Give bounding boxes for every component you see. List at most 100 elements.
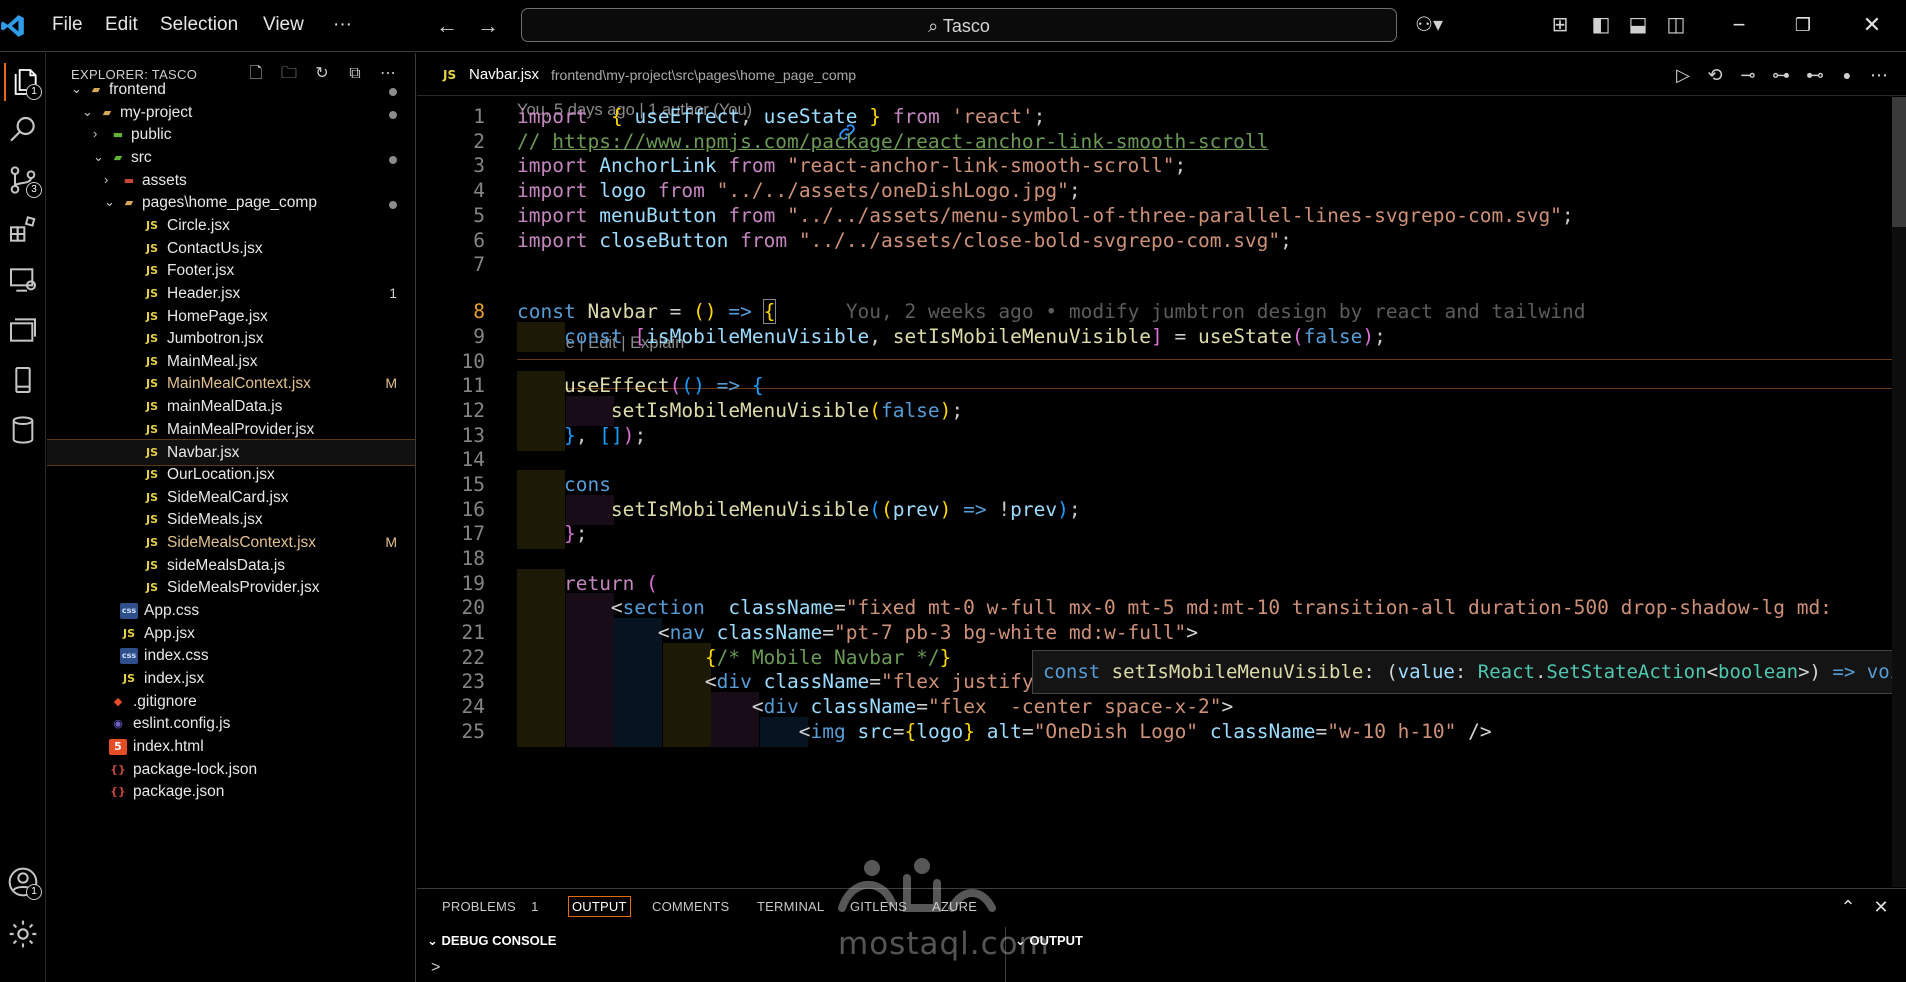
js-file-icon: JS <box>145 377 158 391</box>
search-activity[interactable] <box>4 111 42 149</box>
accounts-badge: 1 <box>26 884 42 900</box>
output-header[interactable]: ⌄ OUTPUT <box>1015 933 1083 949</box>
tabs-activity[interactable] <box>4 311 42 349</box>
tree-item-label: index.jsx <box>144 669 205 687</box>
chevron-right-icon: › <box>104 171 109 187</box>
scm-badge: 3 <box>26 182 42 198</box>
menu-selection[interactable]: Selection <box>160 14 238 36</box>
eslint-file-icon: ◉ <box>113 717 123 731</box>
editor-tab-navbar[interactable]: Navbar.jsx <box>469 66 539 83</box>
database-activity[interactable] <box>4 411 42 449</box>
tab-comments[interactable]: COMMENTS <box>652 899 729 914</box>
tree-item-label: public <box>131 126 172 144</box>
tree-item-label: Footer.jsx <box>167 262 235 280</box>
editor-scrollbar[interactable] <box>1892 97 1906 887</box>
vscode-logo-icon <box>1 15 24 37</box>
js-file-icon: JS <box>145 422 158 436</box>
tab-azure[interactable]: AZURE <box>932 899 977 914</box>
timeline-icon[interactable]: ⟲ <box>1704 64 1726 86</box>
debug-console-header[interactable]: ⌄ DEBUG CONSOLE <box>427 933 556 949</box>
git-file-icon: ◆ <box>113 694 123 708</box>
tree-item-label: index.html <box>133 737 204 755</box>
menu-more[interactable]: ··· <box>333 14 352 36</box>
chevron-down-icon: ⌄ <box>93 148 104 164</box>
customize-layout-icon[interactable]: ⊞ <box>1549 14 1571 36</box>
toggle-panel-icon[interactable]: ⬓ <box>1627 14 1649 36</box>
menu-view[interactable]: View <box>263 14 304 36</box>
json-file-icon: {} <box>110 785 126 799</box>
tab-gitlens[interactable]: GITLENS <box>850 899 907 914</box>
tab-output[interactable]: OUTPUT <box>568 896 631 917</box>
js-file-icon: JS <box>145 264 158 278</box>
code-line[interactable]: 25 <img src={logo} alt="OneDish Logo" cl… <box>417 717 1906 747</box>
tab-problems[interactable]: PROBLEMS 1 <box>442 899 539 914</box>
tree-item-label: assets <box>142 171 187 189</box>
bottom-panel: PROBLEMS 1 OUTPUT COMMENTS TERMINAL GITL… <box>417 888 1906 982</box>
toggle-primary-sidebar-icon[interactable]: ◧ <box>1590 14 1612 36</box>
change-dot-icon <box>389 88 397 96</box>
tree-item-label: pages\home_page_comp <box>142 194 317 212</box>
line-number: 7 <box>473 253 485 276</box>
run-icon[interactable]: ▷ <box>1672 64 1694 86</box>
tree-file-package-json[interactable]: {} package.json <box>47 779 415 806</box>
restore-window-icon[interactable]: ❐ <box>1788 10 1818 40</box>
tree-item-label: HomePage.jsx <box>167 307 268 325</box>
code-line[interactable]: 7 <box>417 250 1906 280</box>
git-commit-icon[interactable]: ⊶ <box>1770 64 1792 86</box>
explorer-activity[interactable]: 1 <box>4 63 42 101</box>
tree-item-label: frontend <box>109 81 166 98</box>
js-file-icon: JS <box>145 332 158 346</box>
next-change-icon[interactable]: ⊷ <box>1804 64 1826 86</box>
search-icon <box>10 116 35 142</box>
console-prompt-icon[interactable]: > <box>431 959 440 977</box>
tree-item-label: eslint.config.js <box>133 715 231 733</box>
minimize-window-icon[interactable]: − <box>1724 10 1754 40</box>
tree-item-label: OurLocation.jsx <box>167 466 275 484</box>
forward-arrow-icon[interactable]: → <box>477 13 499 39</box>
maximize-panel-icon[interactable]: ⌃ <box>1837 896 1859 918</box>
search-icon: ⌕ <box>928 16 939 36</box>
line-number: 25 <box>461 720 485 743</box>
explorer-sidebar: EXPLORER: TASCO 🗋 🗀 ↻ ⧉ ⋯ ⌄ ▰ frontend ⌄ ▰ my… <box>47 53 416 982</box>
command-center-search[interactable]: ⌕ Tasco <box>521 8 1397 42</box>
js-file-icon: JS <box>145 309 158 323</box>
panel-split-divider[interactable] <box>1005 927 1006 982</box>
tree-item-label: SideMealsContext.jsx <box>167 534 317 551</box>
device-activity[interactable] <box>4 361 42 399</box>
back-arrow-icon[interactable]: ← <box>436 13 458 39</box>
tree-item-label: Navbar.jsx <box>167 444 240 462</box>
gear-icon <box>9 920 37 948</box>
editor-more-icon[interactable]: ⋯ <box>1868 64 1890 86</box>
html-file-icon: 5 <box>109 738 127 755</box>
tree-item-label: index.css <box>144 647 209 665</box>
title-bar: File Edit Selection View ··· ← → ⌕ Tasco… <box>0 0 1906 52</box>
close-panel-icon[interactable]: ✕ <box>1870 896 1892 918</box>
accounts-activity[interactable]: 1 <box>4 863 42 901</box>
code-editor[interactable]: You, 5 days ago | 1 author (You) Tabnine… <box>417 97 1906 887</box>
unsaved-dot-icon[interactable]: ● <box>1836 64 1858 86</box>
menu-edit[interactable]: Edit <box>105 14 138 36</box>
js-file-icon: JS <box>145 218 158 232</box>
menu-file[interactable]: File <box>52 14 83 36</box>
tree-item-label: SideMealsProvider.jsx <box>167 579 320 597</box>
tree-item-label: Jumbotron.jsx <box>167 330 264 348</box>
copilot-icon[interactable]: ⚇▾ <box>1414 14 1444 36</box>
tree-item-label: App.css <box>144 601 200 619</box>
extensions-activity[interactable] <box>4 211 42 249</box>
manage-activity[interactable] <box>4 915 42 953</box>
folder-icon: ▬ <box>112 128 124 142</box>
js-file-icon: JS <box>145 513 158 527</box>
previous-change-icon[interactable]: ⊸ <box>1737 64 1759 86</box>
tab-terminal[interactable]: TERMINAL <box>757 899 824 914</box>
tree-item-label: MainMealProvider.jsx <box>167 420 315 438</box>
editor-tab-bar: JS Navbar.jsx frontend\my-project\src\pa… <box>417 53 1906 96</box>
source-control-activity[interactable]: 3 <box>4 161 42 199</box>
tree-item-label: SideMealCard.jsx <box>167 488 289 506</box>
scrollbar-thumb[interactable] <box>1892 97 1906 227</box>
change-dot-icon <box>389 155 397 164</box>
remote-explorer-activity[interactable] <box>4 261 42 299</box>
close-window-icon[interactable]: ✕ <box>1857 10 1887 40</box>
css-file-icon: css <box>120 602 138 619</box>
editor-tab-path: frontend\my-project\src\pages\home_page_… <box>551 67 857 83</box>
toggle-secondary-sidebar-icon[interactable]: ◫ <box>1665 14 1687 36</box>
